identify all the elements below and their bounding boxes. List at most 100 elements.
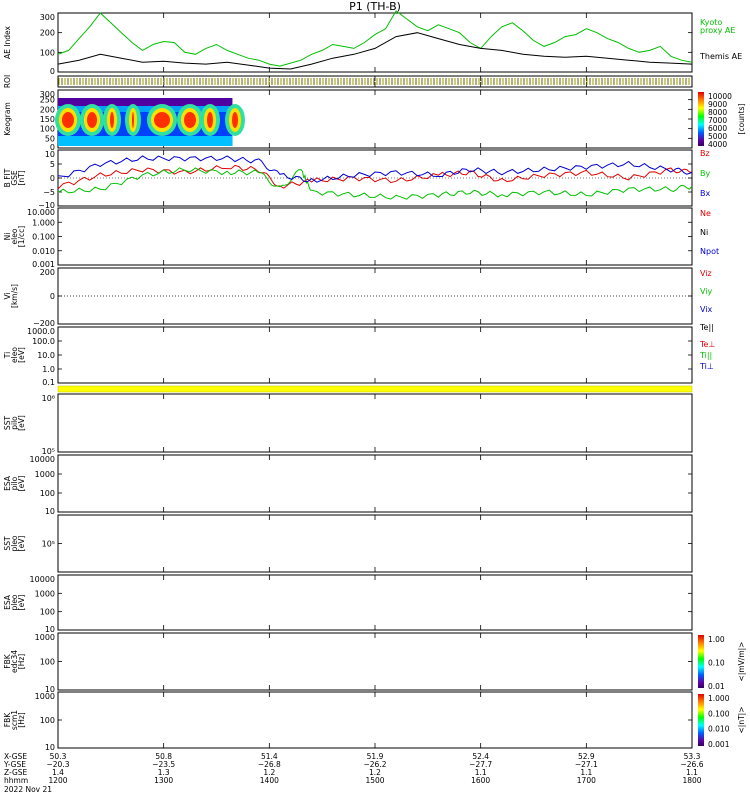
x-tick-label: 1700 [577,776,596,785]
legend-label: Ni [700,228,708,237]
x-tick-label: 1600 [471,776,490,785]
panel-ni: 10.0001.0000.1000.0100.001Nieleo[1/cc]Ne… [3,207,719,269]
y-tick-label: 10⁶ [42,394,55,403]
keogram-band [58,136,233,146]
keogram-blob [132,112,134,128]
x-row-label: hhmm [4,776,28,785]
legend-label: Npot [700,247,719,256]
y-axis-label: [eV] [17,415,26,431]
colorbar-unit: <|mV/m|> [737,642,746,682]
y-tick-label: 10000 [30,455,55,464]
y-tick-label: 1000 [35,692,55,701]
panel-vi: 2000−200Vi[km/s]VizViyVixTe|| [3,267,714,332]
y-axis-label: [1/cc] [17,226,26,247]
panel-te: 1000.0100.010.01.00.1Tieleo[eV]Te⊥Ti||Ti… [3,326,715,387]
panel-esa1: 10000100010010ESApilo[eV] [3,454,693,516]
legend-label: Ti⊥ [699,362,714,371]
legend-label: Te|| [699,323,714,332]
colorbar [698,635,704,688]
colorbar-label: 0.01 [708,682,725,691]
colorbar-label: 1.000 [708,694,730,703]
legend-label: Ti|| [699,351,712,360]
y-tick-label: 10 [45,743,55,752]
y-axis-label: ROI [3,75,12,88]
y-axis-label: Keogram [3,102,12,136]
y-tick-label: 10000 [30,575,55,584]
x-tick-label: 1400 [260,776,279,785]
y-tick-label: 10.0 [37,351,55,360]
y-tick-label: 100 [40,608,55,617]
y-axis-label: [Hz] [17,712,26,728]
legend-label: Bx [700,189,710,198]
y-tick-label: 1000 [35,633,55,642]
colorbar [698,92,704,146]
legend-label: Te⊥ [699,340,715,349]
y-tick-label: 0.010 [32,247,55,256]
legend-label: Viy [700,287,713,296]
panel-frame [57,574,693,631]
panel-frame [57,632,693,691]
y-tick-label: 1000 [35,589,55,598]
keogram-blob [87,112,97,128]
panel-esa2: 10000100010010ESApleo[eV] [3,574,693,634]
keogram-blob [110,112,114,128]
legend-label: Viz [700,269,712,278]
y-tick-label: 0 [50,67,55,76]
x-tick-label: 1800 [682,776,701,785]
y-tick-label: 0.100 [32,233,55,242]
colorbar-label: 4000 [708,140,727,149]
ae-series-line [57,10,693,67]
panel-frame [57,12,693,73]
y-tick-label: 150 [40,115,55,124]
y-axis-label: AE Index [3,25,12,58]
y-axis-label: [km/s] [10,284,19,308]
y-axis-label: [nT] [17,170,26,185]
y-tick-label: 200 [40,29,55,38]
y-tick-label: 100.0 [32,337,55,346]
ae-series-line [57,32,693,70]
x-row-label: 2022 Nov 21 [4,785,52,794]
y-axis-label: [Hz] [17,654,26,670]
y-tick-label: 1000 [35,470,55,479]
colorbar-label: 0.10 [708,659,725,668]
panel-ae: 3002001000AE IndexKyotoproxy AEThemis AE [3,12,742,76]
y-tick-label: 100 [40,48,55,57]
panel-frame [57,514,693,573]
b-series-line [57,164,693,190]
panel-fbk2: 100010010FBKscm1[Hz]1.0000.1000.0100.001… [3,691,746,752]
colorbar-unit: <|nT|> [737,707,746,734]
legend-label: Bz [700,149,710,158]
y-tick-label: 1.000 [32,218,55,227]
keogram-blob [232,112,238,128]
y-axis-label: [eV] [17,476,26,492]
keogram-blob [207,112,213,128]
y-axis-label: [eV] [17,595,26,611]
y-tick-label: 0 [50,292,55,301]
y-axis-label: [eV] [17,536,26,552]
y-tick-label: −5 [43,188,55,197]
panel-frame [57,691,693,749]
panel-frame [57,454,693,513]
y-tick-label: 0.1 [42,378,55,387]
colorbar-unit: [counts] [737,103,746,134]
legend-label: Themis AE [699,52,742,61]
y-tick-label: 300 [40,13,55,22]
keogram-blob [154,112,170,128]
y-tick-label: 200 [40,268,55,277]
y-tick-label: 50 [45,134,55,143]
panel-frame [57,207,693,266]
colorbar [698,694,704,746]
y-axis-label: [eV] [17,347,26,363]
colorbar-label: 0.010 [708,725,730,734]
legend-label: Vix [700,305,713,314]
panel-sst1: 10⁶10⁵SSTpilo[eV] [3,393,693,456]
y-tick-label: 100 [40,658,55,667]
x-tick-label: 1300 [154,776,173,785]
y-tick-label: 1.0 [42,365,55,374]
y-tick-label: 0 [50,174,55,183]
legend-label: By [700,169,710,178]
panel-sst2: 10⁵SSTpleo[eV] [3,514,693,573]
x-tick-label: 1200 [48,776,67,785]
y-tick-label: 200 [40,105,55,114]
separator-bar [58,386,692,392]
